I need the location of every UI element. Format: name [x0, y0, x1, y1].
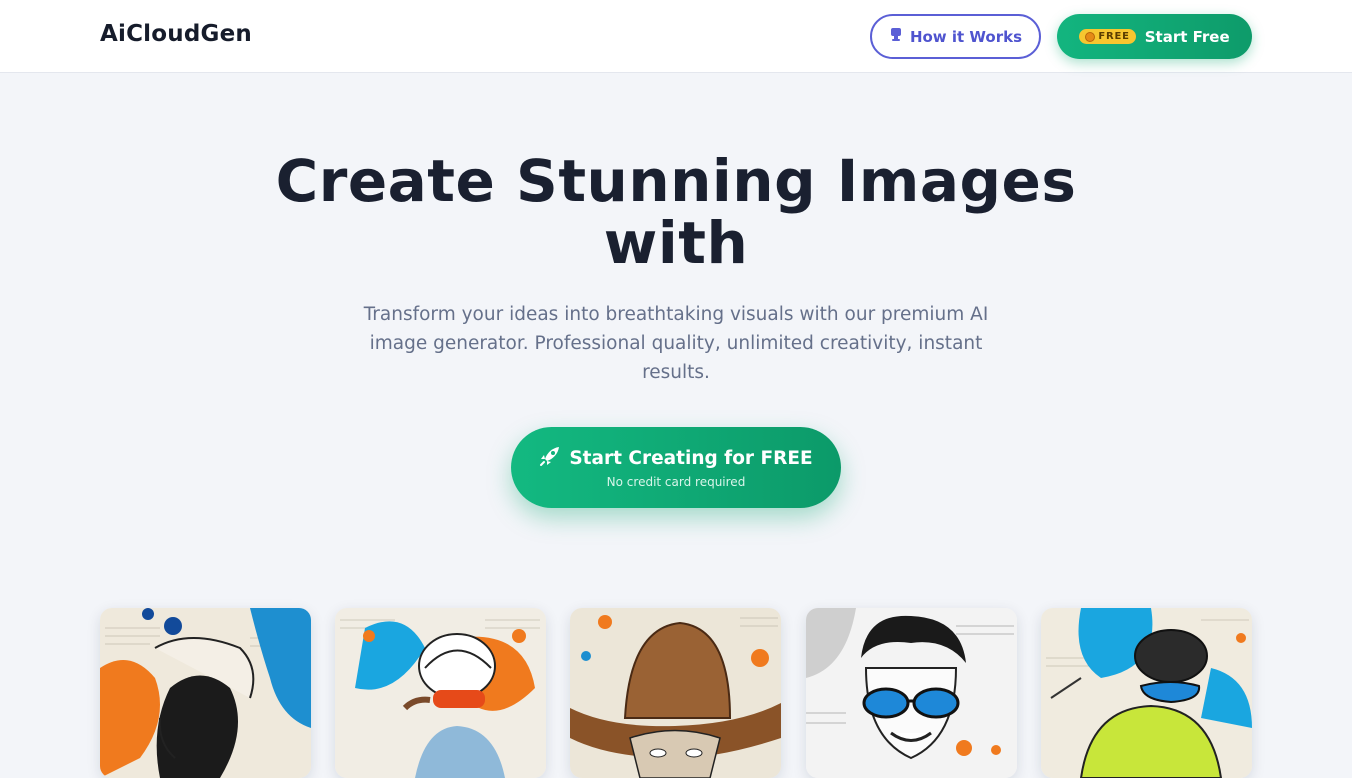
coin-icon [1085, 31, 1096, 42]
gallery-card-4[interactable] [806, 608, 1017, 778]
how-it-works-label: How it Works [909, 27, 1023, 46]
cta-main: Start Creating for FREE [511, 445, 841, 472]
gallery-card-5[interactable] [1041, 608, 1252, 778]
cta-note: No credit card required [606, 475, 746, 489]
gallery-image-cyclist-green [1041, 608, 1252, 778]
gallery-image-cowboy [570, 608, 781, 778]
start-free-label: Start Free [1144, 27, 1230, 46]
gallery-image-man-sunglasses [806, 608, 1017, 778]
video-camera-icon [889, 27, 903, 47]
hero-title: Create Stunning Images with [226, 150, 1126, 274]
hero-subtitle: Transform your ideas into breathtaking v… [363, 304, 989, 383]
top-nav: AiCloudGen How it Works FREE Start Free [0, 0, 1352, 73]
how-it-works-button[interactable]: How it Works [870, 14, 1041, 59]
rocket-icon [539, 445, 561, 472]
hero-title-line2: with [603, 209, 749, 277]
gallery-image-female-cyclist [335, 608, 546, 778]
free-badge: FREE [1079, 29, 1136, 44]
hero-title-line1: Create Stunning Images [275, 147, 1077, 215]
free-badge-label: FREE [1098, 31, 1130, 42]
gallery-card-1[interactable] [100, 608, 311, 778]
logo[interactable]: AiCloudGen [100, 21, 252, 47]
start-creating-button[interactable]: Start Creating for FREE No credit card r… [511, 427, 841, 508]
gallery-card-3[interactable] [570, 608, 781, 778]
gallery-card-2[interactable] [335, 608, 546, 778]
start-free-button[interactable]: FREE Start Free [1057, 14, 1252, 59]
gallery-image-woman-splash [100, 608, 311, 778]
cta-label: Start Creating for FREE [569, 448, 813, 469]
